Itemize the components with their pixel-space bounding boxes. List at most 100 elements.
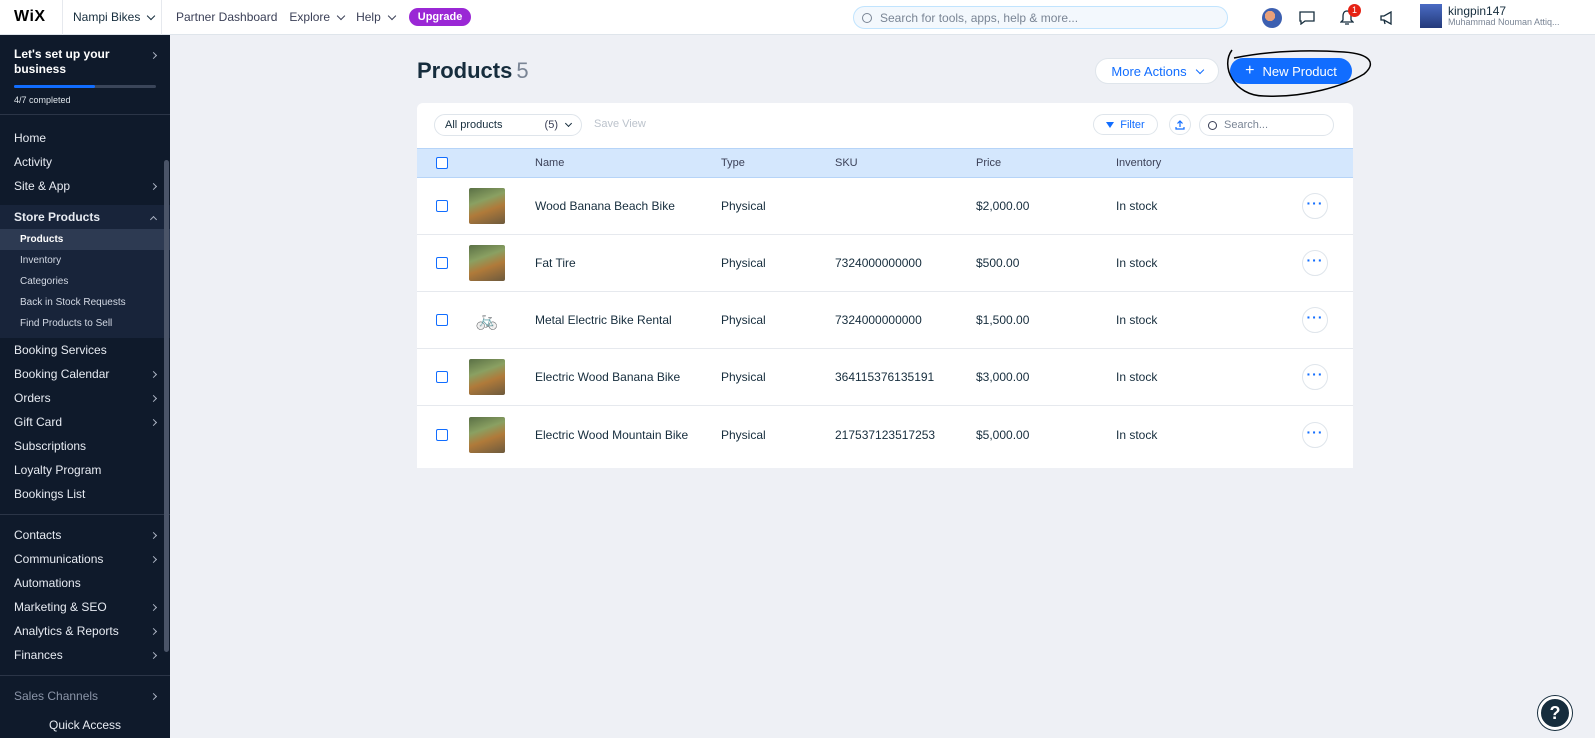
select-all-checkbox[interactable] — [436, 157, 448, 169]
setup-widget[interactable]: Let's set up your business 4/7 completed — [0, 35, 170, 115]
explore-menu[interactable]: Explore — [289, 10, 346, 24]
column-header-price[interactable]: Price — [976, 157, 1001, 169]
row-more-actions-button[interactable]: ··· — [1302, 364, 1328, 390]
table-row[interactable]: 🚲 Metal Electric Bike Rental Physical 73240… — [417, 292, 1353, 349]
sidebar-subitem-products[interactable]: Products — [0, 229, 170, 250]
table-row[interactable]: Electric Wood Mountain Bike Physical 21753… — [417, 406, 1353, 463]
save-view-button[interactable]: Save View — [594, 118, 646, 130]
user-name: kingpin147 — [1448, 3, 1507, 18]
site-avatar[interactable] — [1262, 7, 1282, 28]
announcements-megaphone-icon[interactable] — [1372, 3, 1402, 33]
sidebar-item-analytics-reports[interactable]: Analytics & Reports — [0, 619, 170, 643]
site-switcher[interactable]: Nampi Bikes — [62, 0, 162, 35]
product-type: Physical — [721, 199, 766, 213]
quick-access-button[interactable]: Quick Access — [0, 718, 170, 738]
sidebar-item-marketing-seo[interactable]: Marketing & SEO — [0, 595, 170, 619]
filter-button[interactable]: Filter — [1093, 114, 1158, 135]
sidebar-subitem-inventory[interactable]: Inventory — [0, 250, 170, 271]
row-more-actions-button[interactable]: ··· — [1302, 421, 1328, 448]
sidebar-subitem-back-in-stock-requests[interactable]: Back in Stock Requests — [0, 292, 170, 313]
product-thumbnail — [469, 245, 505, 281]
sidebar-item-activity[interactable]: Activity — [0, 150, 170, 174]
sidebar-item-orders[interactable]: Orders — [0, 386, 170, 410]
view-select[interactable]: All products (5) — [434, 114, 582, 136]
product-sku: 217537123517253 — [835, 427, 936, 442]
sidebar-item-gift-card[interactable]: Gift Card — [0, 410, 170, 434]
sidebar-subitem-categories[interactable]: Categories — [0, 271, 170, 292]
sidebar-item-bookings-list[interactable]: Bookings List — [0, 482, 170, 506]
help-button[interactable]: ? — [1538, 696, 1572, 730]
sidebar-item-automations[interactable]: Automations — [0, 571, 170, 595]
wix-logo[interactable]: WiX — [0, 8, 62, 26]
column-header-name[interactable]: Name — [535, 157, 564, 169]
global-search-input[interactable]: Search for tools, apps, help & more... — [853, 6, 1228, 29]
sidebar-item-home[interactable]: Home — [0, 126, 170, 150]
row-checkbox[interactable] — [436, 257, 448, 269]
row-checkbox[interactable] — [436, 428, 448, 441]
user-full-name: Muhammad Nouman Attiq... — [1448, 16, 1560, 27]
product-thumbnail — [469, 359, 505, 395]
sidebar-item-booking-calendar[interactable]: Booking Calendar — [0, 362, 170, 386]
column-header-sku[interactable]: SKU — [835, 157, 858, 169]
sidebar-scrollbar[interactable] — [164, 160, 169, 652]
product-inventory: In stock — [1116, 370, 1158, 384]
row-more-actions-button[interactable]: ··· — [1302, 250, 1328, 276]
chevron-right-icon — [149, 692, 158, 700]
product-name[interactable]: Wood Banana Beach Bike — [535, 199, 675, 213]
chevron-right-icon — [149, 182, 158, 190]
product-price: $2,000.00 — [976, 199, 1030, 213]
setup-title: Let's set up your business — [14, 47, 110, 76]
upgrade-button[interactable]: Upgrade — [408, 8, 472, 26]
sidebar-item-store-products[interactable]: Store Products — [0, 205, 170, 229]
sidebar-item-label: Home — [14, 131, 47, 145]
row-more-actions-button[interactable]: ··· — [1302, 193, 1328, 219]
sidebar-item-label: Subscriptions — [14, 439, 87, 453]
help-menu[interactable]: Help — [356, 10, 397, 24]
row-more-actions-button[interactable]: ··· — [1302, 307, 1328, 333]
search-icon — [1208, 120, 1217, 130]
table-row[interactable]: Fat Tire Physical 7324000000000 $500.00 In s… — [417, 235, 1353, 292]
more-actions-button[interactable]: More Actions — [1095, 58, 1219, 84]
chevron-right-icon — [149, 651, 158, 659]
product-name[interactable]: Fat Tire — [535, 256, 576, 270]
product-name[interactable]: Electric Wood Mountain Bike — [535, 428, 688, 442]
sidebar-item-contacts[interactable]: Contacts — [0, 523, 170, 547]
export-button[interactable] — [1169, 114, 1191, 135]
chevron-right-icon — [149, 418, 158, 426]
row-checkbox[interactable] — [436, 371, 448, 383]
more-dots-icon: ··· — [1306, 423, 1324, 440]
sidebar-item-finances[interactable]: Finances — [0, 643, 170, 667]
notifications-bell-icon[interactable]: 1 — [1332, 3, 1362, 33]
table-toolbar: All products (5) Save View Filter Search… — [417, 103, 1353, 148]
page-title-text: Products — [417, 58, 513, 83]
row-checkbox[interactable] — [436, 200, 448, 212]
bike-icon: 🚲 — [469, 302, 505, 338]
product-price: $5,000.00 — [976, 427, 1030, 442]
sidebar-subitem-find-products-to-sell[interactable]: Find Products to Sell — [0, 313, 170, 334]
column-header-inventory[interactable]: Inventory — [1116, 157, 1161, 169]
row-checkbox[interactable] — [436, 314, 448, 326]
view-select-count: (5) — [544, 119, 558, 131]
product-name[interactable]: Metal Electric Bike Rental — [535, 313, 672, 327]
hand-drawn-circle-annotation — [1227, 49, 1372, 97]
sidebar-item-subscriptions[interactable]: Subscriptions — [0, 434, 170, 458]
table-row[interactable]: Wood Banana Beach Bike Physical $2,000.00 I… — [417, 178, 1353, 235]
user-menu[interactable]: kingpin147 Muhammad Nouman Attiq... — [1420, 4, 1560, 28]
sidebar-item-site-app[interactable]: Site & App — [0, 174, 170, 198]
sidebar-item-sales-channels[interactable]: Sales Channels — [0, 684, 170, 708]
table-row[interactable]: Electric Wood Banana Bike Physical 3641153… — [417, 349, 1353, 406]
sidebar-item-label: Loyalty Program — [14, 463, 102, 477]
sidebar-item-loyalty-program[interactable]: Loyalty Program — [0, 458, 170, 482]
chat-icon[interactable] — [1292, 3, 1322, 33]
column-header-type[interactable]: Type — [721, 157, 745, 169]
notification-badge: 1 — [1348, 3, 1361, 17]
sidebar-item-communications[interactable]: Communications — [0, 547, 170, 571]
product-name[interactable]: Electric Wood Banana Bike — [535, 370, 680, 384]
site-name: Nampi Bikes — [73, 10, 141, 24]
sidebar-item-booking-services[interactable]: Booking Services — [0, 338, 170, 362]
partner-dashboard-link[interactable]: Partner Dashboard — [176, 10, 277, 24]
chevron-right-icon — [149, 555, 158, 563]
table-search-input[interactable]: Search... — [1199, 114, 1334, 136]
global-search-placeholder: Search for tools, apps, help & more... — [880, 10, 1079, 25]
sidebar-item-label: Site & App — [14, 179, 71, 193]
